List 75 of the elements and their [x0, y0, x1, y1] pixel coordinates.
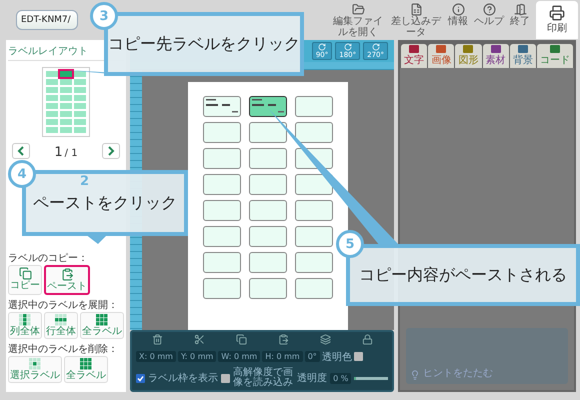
panel-tab[interactable]: 画像	[428, 44, 454, 68]
checkbox[interactable]	[136, 374, 145, 382]
chevron-left-icon	[17, 146, 25, 156]
step-note: 2	[80, 174, 90, 189]
trash-icon[interactable]	[152, 334, 162, 345]
grid-button[interactable]: 全ラベル	[80, 312, 124, 339]
panel-tab[interactable]: 素材	[482, 44, 509, 68]
panel-tab[interactable]: 文字	[401, 44, 428, 68]
grid-icon	[29, 358, 41, 370]
label-content-drawing	[206, 99, 238, 113]
paste-icon[interactable]	[278, 334, 288, 345]
printer-icon	[549, 5, 565, 21]
panel-tab[interactable]: コード	[536, 44, 574, 68]
toolbar-button[interactable]: 編集ファイルを開く	[332, 2, 384, 38]
transparent-color-label: 透明色	[322, 350, 352, 364]
checkbox-label: 高解像度で画像を読み込み	[232, 368, 294, 388]
toolbar-button[interactable]: 終了	[510, 2, 530, 38]
coordinate-field[interactable]: H: 0 mm	[262, 351, 303, 362]
bulb-icon	[410, 370, 420, 380]
callout-text: コピー内容がペーストされる	[359, 264, 567, 286]
grid-icon	[19, 314, 31, 326]
rotate-icon	[372, 43, 380, 51]
copy-button[interactable]: コピー	[8, 265, 42, 295]
spreadsheet-icon	[410, 2, 422, 16]
scissors-icon[interactable]	[194, 334, 204, 345]
coordinate-field[interactable]: Y: 0 mm	[178, 351, 216, 362]
grid-icon	[80, 358, 92, 370]
label-content-drawing	[252, 99, 284, 113]
page-number: 1	[54, 145, 63, 160]
page-total: / 1	[64, 148, 78, 159]
folder-icon	[352, 2, 364, 16]
chevron-right-icon	[107, 146, 115, 156]
copy-icon	[18, 267, 32, 280]
file-name-field[interactable]: EDT-KNM7/	[16, 10, 78, 30]
grid-button[interactable]: 行全体	[44, 312, 78, 339]
section-title: 選択中のラベルを展開：	[8, 298, 119, 312]
door-icon	[514, 2, 526, 16]
grid-button[interactable]: 列全体	[8, 312, 42, 339]
lock-icon[interactable]	[362, 334, 372, 345]
callout-text: ペーストをクリック	[33, 192, 177, 214]
label-slot[interactable]	[249, 96, 287, 117]
opacity-slider[interactable]	[354, 376, 388, 380]
rotate-icon	[344, 43, 352, 51]
grid-icon	[55, 314, 67, 326]
opacity-label: 透明度	[297, 372, 328, 385]
grid-button[interactable]: 選択ラベル	[8, 356, 62, 383]
coordinate-field[interactable]: W: 0 mm	[218, 351, 260, 362]
print-button[interactable]: 印刷	[536, 1, 578, 39]
step-badge: 3	[90, 2, 118, 30]
panel-tab[interactable]: 図形	[455, 44, 482, 68]
rotate-icon	[318, 43, 326, 51]
label-slot[interactable]	[203, 96, 241, 117]
angle-field[interactable]: 0°	[304, 351, 320, 362]
copy-icon[interactable]	[236, 334, 246, 345]
checkbox[interactable]	[354, 352, 363, 361]
next-page-button[interactable]	[102, 142, 120, 158]
previous-page-button[interactable]	[12, 142, 30, 158]
panel-tab[interactable]: 背景	[510, 44, 536, 68]
section-title: ラベルのコピー：	[8, 252, 89, 265]
paste-icon	[60, 268, 74, 281]
layers-icon[interactable]	[320, 334, 330, 345]
checkbox[interactable]	[220, 374, 230, 382]
paste-button[interactable]: ペースト	[44, 265, 90, 295]
help-icon	[482, 2, 496, 16]
opacity-field[interactable]: 0 %	[330, 372, 352, 384]
checkbox-label: ラベル枠を表示	[148, 372, 218, 385]
coordinate-field[interactable]: X: 0 mm	[136, 351, 176, 362]
info-icon	[452, 2, 464, 16]
grid-button[interactable]: 全ラベル	[64, 356, 108, 383]
grid-icon	[96, 314, 108, 326]
toolbar-button[interactable]: 差し込みデータ	[390, 2, 442, 38]
toolbar-button[interactable]: ヘルプ	[474, 2, 504, 38]
toolbar-button[interactable]: 情報	[448, 2, 468, 38]
section-title: 選択中のラベルを削除：	[8, 342, 119, 356]
layout-thumbnail[interactable]	[42, 67, 90, 137]
